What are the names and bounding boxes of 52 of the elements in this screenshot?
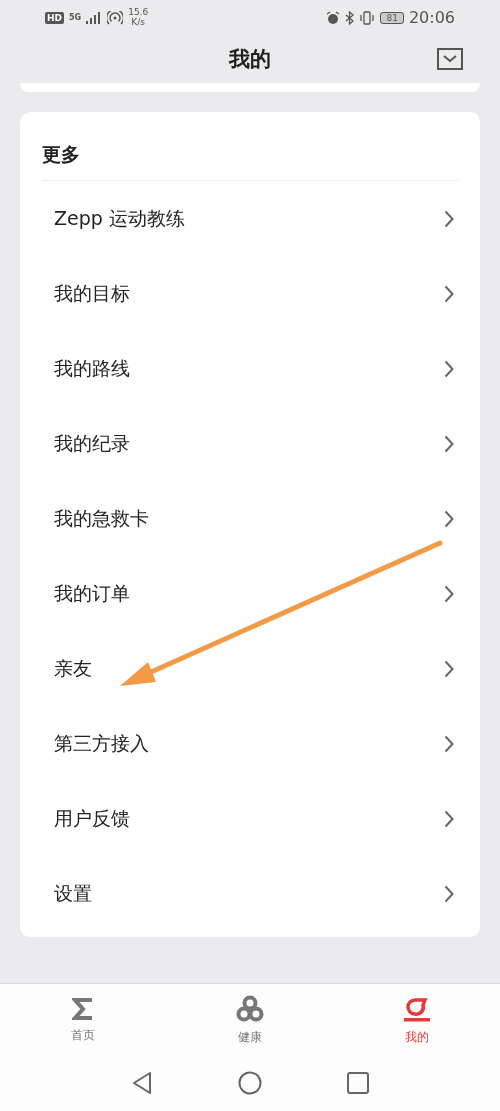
- hotspot-icon: [107, 10, 124, 25]
- chevron-icon: [444, 809, 454, 828]
- battery-icon: 81: [380, 11, 404, 24]
- chevron-icon: [444, 659, 454, 678]
- chevron-icon: [444, 284, 454, 303]
- chevron-icon: [444, 359, 454, 378]
- recents-icon[interactable]: [347, 1072, 369, 1094]
- menu-item[interactable]: 我的目标: [20, 256, 480, 331]
- alarm-icon: [326, 10, 341, 25]
- nav-tab[interactable]: 我的: [333, 984, 500, 1056]
- vibrate-icon: [359, 10, 376, 25]
- menu-item-label: 我的目标: [54, 280, 130, 306]
- menu-item[interactable]: 设置: [20, 856, 480, 931]
- signal-icon: [86, 11, 103, 24]
- nav-tab[interactable]: 首页: [0, 984, 167, 1056]
- trefoil-icon: [236, 994, 264, 1023]
- chevron-icon: [444, 734, 454, 753]
- menu-item-label: 我的急救卡: [54, 505, 149, 531]
- menu-item-label: Zepp 运动教练: [54, 205, 185, 231]
- chevron-icon: [444, 434, 454, 453]
- sigma-icon: [72, 996, 95, 1021]
- mail-icon[interactable]: [437, 48, 463, 70]
- chevron-icon: [444, 884, 454, 903]
- chevron-icon: [444, 209, 454, 228]
- menu-item-label: 我的订单: [54, 580, 130, 606]
- menu-item[interactable]: 我的纪录: [20, 406, 480, 481]
- menu-item-label: 亲友: [54, 655, 92, 681]
- menu-item-label: 我的路线: [54, 355, 130, 381]
- clock-time: 20:06: [408, 8, 455, 27]
- speed-value: 15.6: [128, 7, 149, 18]
- menu-item-label: 用户反馈: [54, 805, 130, 831]
- menu-item[interactable]: 我的急救卡: [20, 481, 480, 556]
- hd-badge: HD: [45, 11, 64, 24]
- menu-item[interactable]: 用户反馈: [20, 781, 480, 856]
- home-icon[interactable]: [238, 1071, 262, 1095]
- menu-item-label: 第三方接入: [54, 730, 149, 756]
- menu-item[interactable]: Zepp 运动教练: [20, 181, 480, 256]
- section-title: 更多: [42, 112, 458, 181]
- chevron-icon: [444, 509, 454, 528]
- chevron-icon: [444, 584, 454, 603]
- bluetooth-icon: [345, 10, 355, 25]
- speed-unit: K/s: [131, 17, 145, 28]
- nav-tab[interactable]: 健康: [166, 984, 334, 1056]
- network-label: 5G: [69, 13, 82, 22]
- menu-item-label: 我的纪录: [54, 430, 130, 456]
- back-icon[interactable]: [131, 1071, 153, 1095]
- menu-item[interactable]: 亲友: [20, 631, 480, 706]
- page-title: 我的: [229, 46, 271, 73]
- menu-item[interactable]: 我的订单: [20, 556, 480, 631]
- menu-item[interactable]: 第三方接入: [20, 706, 480, 781]
- menu-item[interactable]: 我的路线: [20, 331, 480, 406]
- menu-item-label: 设置: [54, 880, 92, 906]
